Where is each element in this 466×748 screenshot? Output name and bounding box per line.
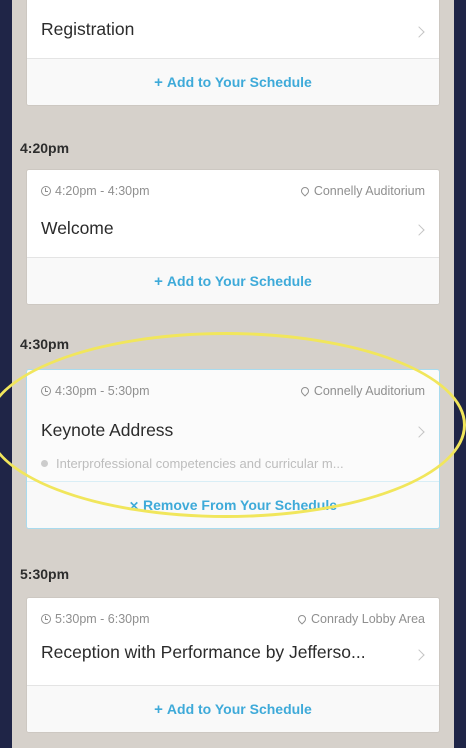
chevron-right-icon[interactable] [413, 224, 425, 236]
session-time: 4:20pm - 4:30pm [41, 184, 150, 198]
session-meta: 4:20pm - 4:30pm Connelly Auditorium [41, 184, 425, 200]
add-to-schedule-button[interactable]: + Add to Your Schedule [27, 58, 439, 105]
clock-icon [41, 186, 51, 196]
schedule-list: Registration + Add to Your Schedule 4:20p… [12, 0, 454, 748]
session-location: Conrady Lobby Area [296, 612, 425, 626]
session-title[interactable]: Reception with Performance by Jefferso..… [41, 642, 399, 663]
map-pin-icon [299, 185, 311, 197]
add-to-schedule-button[interactable]: + Add to Your Schedule [27, 685, 439, 732]
plus-icon: + [154, 74, 163, 91]
session-meta: 5:30pm - 6:30pm Conrady Lobby Area [41, 612, 425, 628]
remove-from-schedule-button[interactable]: ✕ Remove From Your Schedule [27, 481, 439, 528]
session-time: 4:30pm - 5:30pm [41, 384, 150, 398]
chevron-right-icon[interactable] [413, 26, 425, 38]
session-title[interactable]: Welcome [41, 218, 399, 239]
map-pin-icon [299, 385, 311, 397]
session-topic: Interprofessional competencies and curri… [41, 456, 421, 471]
session-title[interactable]: Keynote Address [41, 420, 399, 441]
add-to-schedule-button[interactable]: + Add to Your Schedule [27, 257, 439, 304]
plus-icon: + [154, 701, 163, 718]
clock-icon [41, 614, 51, 624]
session-title[interactable]: Registration [41, 19, 399, 40]
session-location: Connelly Auditorium [299, 184, 425, 198]
session-time: 5:30pm - 6:30pm [41, 612, 150, 626]
chevron-right-icon[interactable] [413, 426, 425, 438]
session-location: Connelly Auditorium [299, 384, 425, 398]
chevron-right-icon[interactable] [413, 649, 425, 661]
session-card-welcome: 4:20pm - 4:30pm Connelly Auditorium Welc… [26, 169, 440, 305]
time-header: 4:30pm [20, 336, 70, 352]
session-meta: 4:30pm - 5:30pm Connelly Auditorium [41, 384, 425, 400]
time-header: 4:20pm [20, 140, 70, 156]
clock-icon [41, 386, 51, 396]
plus-icon: + [154, 273, 163, 290]
session-card-reception: 5:30pm - 6:30pm Conrady Lobby Area Recep… [26, 597, 440, 733]
session-card-registration: Registration + Add to Your Schedule [26, 0, 440, 106]
session-card-keynote: 4:30pm - 5:30pm Connelly Auditorium Keyn… [26, 369, 440, 529]
close-icon: ✕ [128, 499, 140, 513]
topic-dot-icon [41, 460, 48, 467]
time-header: 5:30pm [20, 566, 70, 582]
map-pin-icon [296, 613, 308, 625]
